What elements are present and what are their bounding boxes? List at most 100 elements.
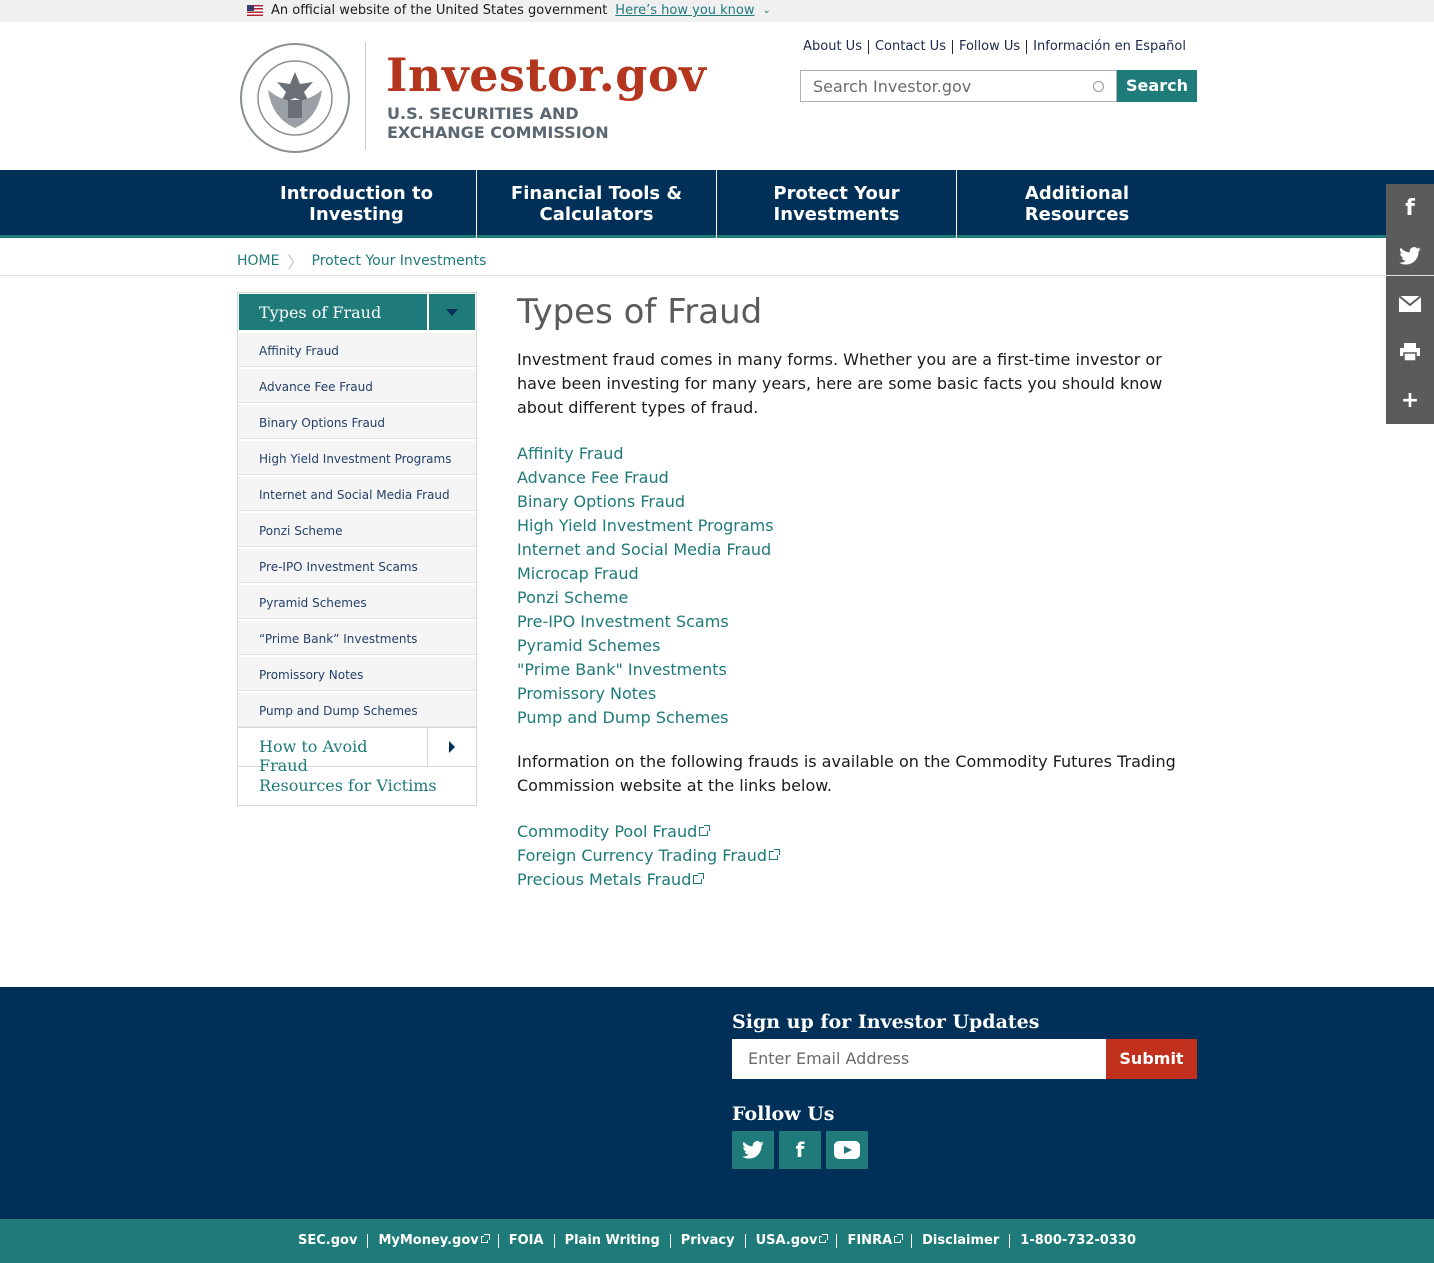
print-icon[interactable] bbox=[1386, 328, 1434, 376]
link-internet-social-media[interactable]: Internet and Social Media Fraud bbox=[517, 538, 1197, 562]
follow-us-link[interactable]: Follow Us bbox=[951, 40, 1026, 54]
breadcrumb-home[interactable]: HOME bbox=[237, 253, 279, 269]
footer-link-sec[interactable]: SEC.gov bbox=[288, 1234, 367, 1248]
twitter-icon[interactable] bbox=[732, 1131, 774, 1169]
email-field[interactable]: Enter Email Address bbox=[732, 1039, 1106, 1079]
submit-button[interactable]: Submit bbox=[1106, 1039, 1197, 1079]
sidenav-heading[interactable]: Types of Fraud bbox=[238, 293, 476, 331]
link-foreign-currency-fraud[interactable]: Foreign Currency Trading Fraud bbox=[517, 844, 1197, 868]
gov-banner: An official website of the United States… bbox=[0, 0, 1434, 22]
footer-link-disclaimer[interactable]: Disclaimer bbox=[911, 1234, 1009, 1248]
sidenav-item-prime-bank[interactable]: “Prime Bank” Investments bbox=[238, 619, 476, 655]
agency-line-1: U.S. SECURITIES AND bbox=[387, 104, 579, 123]
fraud-type-links: Affinity Fraud Advance Fee Fraud Binary … bbox=[517, 442, 1197, 730]
link-promissory-notes[interactable]: Promissory Notes bbox=[517, 682, 1197, 706]
espanol-link[interactable]: Información en Español bbox=[1026, 40, 1192, 54]
logo-divider bbox=[365, 42, 366, 150]
nav-label-line: Investments bbox=[773, 204, 900, 225]
sidenav-item-how-to-avoid-fraud[interactable]: How to Avoid Fraud bbox=[238, 727, 476, 775]
footer-link-finra[interactable]: FINRA bbox=[836, 1234, 911, 1248]
nav-label-line: Financial Tools & bbox=[510, 183, 683, 204]
link-prime-bank[interactable]: "Prime Bank" Investments bbox=[517, 658, 1197, 682]
sidenav-item-pump-and-dump[interactable]: Pump and Dump Schemes bbox=[238, 691, 476, 727]
facebook-icon[interactable]: f bbox=[779, 1131, 821, 1169]
nav-label-line: Additional bbox=[1024, 183, 1130, 204]
nav-label-line: Investing bbox=[309, 204, 404, 225]
intro-paragraph: Investment fraud comes in many forms. Wh… bbox=[517, 350, 1163, 417]
nav-label-line: Calculators bbox=[539, 204, 654, 225]
sidenav-sublist: Affinity Fraud Advance Fee Fraud Binary … bbox=[238, 331, 476, 727]
heres-how-you-know-link[interactable]: Here’s how you know bbox=[615, 3, 754, 18]
link-ponzi-scheme[interactable]: Ponzi Scheme bbox=[517, 586, 1197, 610]
sidenav-item-high-yield[interactable]: High Yield Investment Programs bbox=[238, 439, 476, 475]
site-title[interactable]: Investor.gov bbox=[386, 48, 706, 102]
page-title: Types of Fraud bbox=[517, 292, 763, 332]
link-pre-ipo[interactable]: Pre-IPO Investment Scams bbox=[517, 610, 1197, 634]
about-us-link[interactable]: About Us bbox=[797, 40, 868, 54]
contact-us-link[interactable]: Contact Us bbox=[867, 40, 952, 54]
sidenav-item-pyramid-schemes[interactable]: Pyramid Schemes bbox=[238, 583, 476, 619]
footer-link-label: Privacy bbox=[680, 1233, 735, 1248]
search-button[interactable]: Search bbox=[1117, 70, 1197, 102]
plus-icon[interactable]: + bbox=[1386, 376, 1434, 424]
search-input[interactable]: Search Investor.gov bbox=[800, 70, 1117, 102]
link-microcap-fraud[interactable]: Microcap Fraud bbox=[517, 562, 1197, 586]
footer-link-label: USA.gov bbox=[755, 1233, 818, 1248]
agency-line-2: EXCHANGE COMMISSION bbox=[387, 123, 609, 142]
sidenav-item-ponzi-scheme[interactable]: Ponzi Scheme bbox=[238, 511, 476, 547]
youtube-icon[interactable] bbox=[826, 1131, 868, 1169]
breadcrumb-current[interactable]: Protect Your Investments bbox=[312, 253, 487, 269]
link-advance-fee-fraud[interactable]: Advance Fee Fraud bbox=[517, 466, 1197, 490]
link-label: Foreign Currency Trading Fraud bbox=[517, 846, 767, 865]
breadcrumb-separator-icon: 〉 bbox=[287, 253, 304, 272]
email-icon[interactable] bbox=[1386, 280, 1434, 328]
collapse-toggle[interactable] bbox=[427, 294, 475, 330]
bottom-links-bar: SEC.gov MyMoney.gov FOIA Plain Writing P… bbox=[0, 1219, 1434, 1263]
cftc-links: Commodity Pool Fraud Foreign Currency Tr… bbox=[517, 820, 1197, 892]
sidenav-item-pre-ipo[interactable]: Pre-IPO Investment Scams bbox=[238, 547, 476, 583]
link-commodity-pool-fraud[interactable]: Commodity Pool Fraud bbox=[517, 820, 1197, 844]
external-link-icon bbox=[693, 873, 705, 884]
email-placeholder: Enter Email Address bbox=[748, 1049, 910, 1068]
us-flag-icon bbox=[247, 5, 263, 16]
gov-banner-text: An official website of the United States… bbox=[271, 3, 608, 18]
sidenav-item-binary-options-fraud[interactable]: Binary Options Fraud bbox=[238, 403, 476, 439]
nav-label-line: Resources bbox=[1024, 204, 1130, 225]
facebook-icon[interactable]: f bbox=[1386, 184, 1434, 232]
nav-introduction-to-investing[interactable]: Introduction to Investing bbox=[237, 170, 477, 238]
footer-link-foia[interactable]: FOIA bbox=[497, 1233, 554, 1248]
sidenav-item-internet-social-media[interactable]: Internet and Social Media Fraud bbox=[238, 475, 476, 511]
link-precious-metals-fraud[interactable]: Precious Metals Fraud bbox=[517, 868, 1197, 892]
utility-links: About Us Contact Us Follow Us Informació… bbox=[797, 40, 1192, 54]
link-pump-and-dump[interactable]: Pump and Dump Schemes bbox=[517, 706, 1197, 730]
sidenav-item-label: Resources for Victims bbox=[259, 776, 437, 795]
sidenav-item-resources-for-victims[interactable]: Resources for Victims bbox=[238, 766, 476, 805]
link-pyramid-schemes[interactable]: Pyramid Schemes bbox=[517, 634, 1197, 658]
footer-link-label: MyMoney.gov bbox=[378, 1233, 479, 1248]
footer-link-plain-writing[interactable]: Plain Writing bbox=[553, 1234, 670, 1248]
footer-link-privacy[interactable]: Privacy bbox=[669, 1233, 745, 1248]
nav-financial-tools[interactable]: Financial Tools & Calculators bbox=[477, 170, 717, 238]
follow-us-title: Follow Us bbox=[732, 1103, 835, 1125]
link-high-yield[interactable]: High Yield Investment Programs bbox=[517, 514, 1197, 538]
external-link-icon bbox=[480, 1234, 490, 1243]
link-label: Commodity Pool Fraud bbox=[517, 822, 698, 841]
footer-link-label: FOIA bbox=[508, 1233, 544, 1248]
expand-toggle[interactable] bbox=[427, 728, 476, 766]
sec-seal-logo[interactable] bbox=[238, 42, 352, 172]
link-binary-options-fraud[interactable]: Binary Options Fraud bbox=[517, 490, 1197, 514]
sidenav-item-promissory-notes[interactable]: Promissory Notes bbox=[238, 655, 476, 691]
external-link-icon bbox=[769, 849, 780, 860]
footer-link-mymoney[interactable]: MyMoney.gov bbox=[367, 1234, 497, 1248]
nav-additional-resources[interactable]: Additional Resources bbox=[957, 170, 1197, 238]
share-rail: f + bbox=[1386, 184, 1434, 424]
sidenav-item-advance-fee-fraud[interactable]: Advance Fee Fraud bbox=[238, 367, 476, 403]
sidenav-item-affinity-fraud[interactable]: Affinity Fraud bbox=[238, 331, 476, 367]
footer-link-usa-gov[interactable]: USA.gov bbox=[744, 1233, 837, 1248]
chevron-down-icon: ⌄ bbox=[762, 5, 771, 16]
nav-protect-your-investments[interactable]: Protect Your Investments bbox=[717, 170, 957, 238]
footer-link-label: FINRA bbox=[847, 1233, 893, 1248]
loading-ring-icon bbox=[1093, 80, 1104, 92]
footer-link-phone[interactable]: 1-800-732-0330 bbox=[1009, 1234, 1146, 1248]
link-affinity-fraud[interactable]: Affinity Fraud bbox=[517, 442, 1197, 466]
